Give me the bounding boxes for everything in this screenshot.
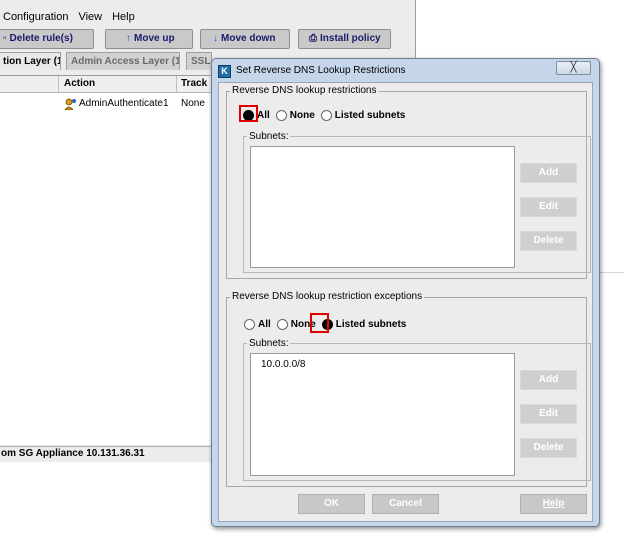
menu-bar: Configuration View Help xyxy=(0,8,135,26)
restrictions-delete-button[interactable]: Delete xyxy=(520,231,577,251)
dialog-content: Reverse DNS lookup restrictions All None… xyxy=(218,82,593,522)
restrictions-radio-group: All None Listed subnets xyxy=(243,108,411,122)
status-text: om SG Appliance 10.131.36.31 xyxy=(1,448,145,459)
delete-rules-button[interactable]: ▫ Delete rule(s) xyxy=(0,29,94,49)
exceptions-subnets-list[interactable]: 10.0.0.0/8 xyxy=(250,353,515,476)
exceptions-label-listed-subnets[interactable]: Listed subnets xyxy=(336,319,407,330)
divider xyxy=(600,272,624,273)
restrictions-label-all[interactable]: All xyxy=(257,110,270,121)
arrow-down-icon: ↓ xyxy=(213,33,218,44)
list-item[interactable]: 10.0.0.0/8 xyxy=(261,359,305,370)
exceptions-subnets-label: Subnets: xyxy=(247,338,291,349)
restrictions-edit-button[interactable]: Edit xyxy=(520,197,577,217)
delete-rule-icon: ▫ xyxy=(3,33,7,44)
restrictions-radio-listed-subnets[interactable] xyxy=(320,109,332,121)
highlight-box xyxy=(239,105,258,122)
exceptions-label-all[interactable]: All xyxy=(258,319,271,330)
restrictions-label-none[interactable]: None xyxy=(290,110,315,121)
restrictions-radio-none[interactable] xyxy=(275,109,287,121)
column-action[interactable]: Action xyxy=(64,76,95,92)
move-down-button[interactable]: ↓ Move down xyxy=(200,29,290,49)
tab-ssl[interactable]: SSL xyxy=(186,52,212,70)
exceptions-subnets-group: Subnets: 10.0.0.0/8 Add Edit Delete xyxy=(243,338,591,481)
admin-user-icon xyxy=(64,98,76,110)
restrictions-group: Reverse DNS lookup restrictions All None… xyxy=(226,85,591,279)
highlight-box xyxy=(310,313,329,333)
dialog-title: Set Reverse DNS Lookup Restrictions xyxy=(236,65,406,76)
tab-authentication-layer[interactable]: tion Layer (1) xyxy=(0,52,61,70)
menu-configuration[interactable]: Configuration xyxy=(3,8,68,26)
cancel-button[interactable]: Cancel xyxy=(372,494,439,514)
exceptions-radio-all[interactable] xyxy=(244,318,255,330)
dialog-title-bar[interactable]: K Set Reverse DNS Lookup Restrictions ╳ xyxy=(212,59,599,82)
column-divider[interactable] xyxy=(58,76,59,93)
exceptions-add-button[interactable]: Add xyxy=(520,370,577,390)
menu-view[interactable]: View xyxy=(78,8,102,26)
rules-toolbar: ▫ Delete rule(s) ↑ Move up ↓ Move down ⎙ Ins… xyxy=(0,29,410,50)
reverse-dns-dialog: K Set Reverse DNS Lookup Restrictions ╳ … xyxy=(211,58,600,527)
rule-track-cell: None xyxy=(181,98,205,109)
close-button[interactable]: ╳ xyxy=(556,61,591,75)
app-logo-icon: K xyxy=(218,65,231,78)
ok-button[interactable]: OK xyxy=(298,494,365,514)
arrow-up-icon: ↑ xyxy=(126,33,131,44)
install-policy-button[interactable]: ⎙ Install policy xyxy=(298,29,391,49)
restrictions-label-listed-subnets[interactable]: Listed subnets xyxy=(335,110,406,121)
exceptions-edit-button[interactable]: Edit xyxy=(520,404,577,424)
column-divider[interactable] xyxy=(176,76,177,93)
rule-action-cell: AdminAuthenticate1 xyxy=(79,98,169,109)
restrictions-add-button[interactable]: Add xyxy=(520,163,577,183)
tab-admin-access-layer[interactable]: Admin Access Layer (1) xyxy=(66,52,180,70)
move-up-button[interactable]: ↑ Move up xyxy=(105,29,193,49)
help-button[interactable]: Help xyxy=(520,494,587,514)
exceptions-group-title: Reverse DNS lookup restriction exception… xyxy=(230,291,425,303)
restrictions-group-title: Reverse DNS lookup restrictions xyxy=(230,85,379,97)
exceptions-radio-none[interactable] xyxy=(276,318,288,330)
restrictions-subnets-group: Subnets: Add Edit Delete xyxy=(243,131,591,273)
exceptions-delete-button[interactable]: Delete xyxy=(520,438,577,458)
install-policy-icon: ⎙ xyxy=(309,33,317,44)
column-track[interactable]: Track xyxy=(181,76,207,92)
menu-help[interactable]: Help xyxy=(112,8,135,26)
restrictions-subnets-label: Subnets: xyxy=(247,131,291,142)
restrictions-subnets-list[interactable] xyxy=(250,146,515,268)
exceptions-group: Reverse DNS lookup restriction exception… xyxy=(226,291,591,487)
